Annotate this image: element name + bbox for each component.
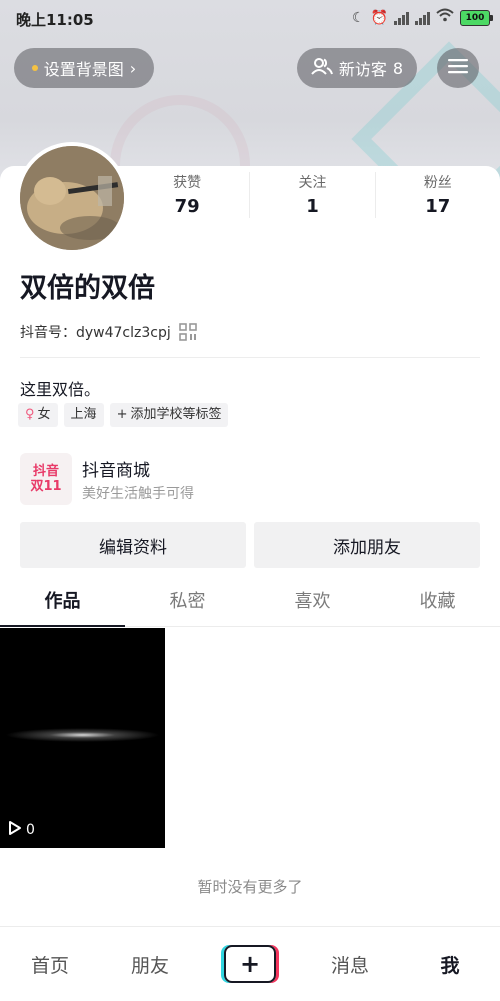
add-school-label: 添加学校等标签 (130, 407, 222, 422)
content-tabs: 作品 私密 喜欢 收藏 (0, 580, 500, 627)
signal-icon (415, 11, 430, 25)
profile-stats: 获赞 79 关注 1 粉丝 17 (125, 172, 500, 218)
avatar[interactable] (16, 142, 128, 254)
divider (20, 357, 480, 358)
mall-logo-line1: 抖音 (32, 464, 59, 479)
stat-following[interactable]: 关注 1 (249, 172, 374, 218)
new-visitors-button[interactable]: 新访客 8 (297, 48, 417, 88)
stat-likes[interactable]: 获赞 79 (125, 172, 249, 218)
hamburger-menu-icon (448, 58, 468, 78)
bottom-navigation: 首页 朋友 + 消息 我 (0, 926, 500, 1001)
video-thumbnail[interactable]: 0 (0, 628, 165, 848)
signal-icon (394, 11, 409, 25)
status-time: 晚上11:05 (16, 11, 94, 29)
stat-value: 79 (174, 196, 200, 217)
new-visitors-label: 新访客 (338, 60, 387, 79)
mall-subtitle: 美好生活触手可得 (82, 486, 194, 502)
profile-actions: 编辑资料 添加朋友 (20, 522, 480, 568)
profile-nickname: 双倍的双倍 (20, 273, 155, 304)
new-visitors-count: 8 (392, 58, 404, 78)
profile-tags: ♀ 女 上海 + 添加学校等标签 (18, 403, 229, 427)
nav-friends[interactable]: 朋友 (100, 951, 200, 978)
female-icon: ♀ (25, 407, 35, 422)
menu-button[interactable] (437, 48, 479, 88)
tab-works[interactable]: 作品 (0, 580, 125, 627)
wifi-icon (436, 8, 454, 27)
no-more-content-text: 暂时没有更多了 (197, 878, 303, 896)
nav-create[interactable]: + (200, 945, 300, 983)
set-background-label: 设置背景图 (43, 60, 124, 79)
douyin-id-row[interactable]: 抖音号：dyw47clz3cpj (20, 322, 197, 342)
nav-messages[interactable]: 消息 (300, 951, 400, 978)
douyin-id: 抖音号：dyw47clz3cpj (20, 325, 171, 341)
gender-tag: ♀ 女 (18, 403, 58, 427)
tab-private[interactable]: 私密 (125, 580, 250, 626)
video-frame-glow (5, 728, 160, 742)
douyin-mall-logo: 抖音 双11 (20, 453, 72, 505)
nav-me[interactable]: 我 (400, 951, 500, 978)
edit-profile-button[interactable]: 编辑资料 (20, 522, 246, 568)
alarm-icon: ⏰ (370, 9, 388, 26)
users-icon (311, 57, 333, 79)
status-bar: 晚上11:05 ☾ ⏰ 100 (0, 0, 500, 36)
nav-home[interactable]: 首页 (0, 951, 100, 978)
qr-code-icon[interactable] (178, 323, 197, 341)
add-friend-button[interactable]: 添加朋友 (254, 522, 480, 568)
stat-followers[interactable]: 粉丝 17 (374, 172, 500, 218)
stat-value: 17 (425, 196, 451, 217)
stat-value: 1 (306, 196, 319, 217)
notification-dot-icon (31, 65, 38, 71)
set-background-button[interactable]: 设置背景图 › (14, 48, 154, 88)
add-school-tag[interactable]: + 添加学校等标签 (109, 403, 229, 427)
play-count-value: 0 (26, 822, 35, 838)
battery-icon: 100 (460, 9, 493, 26)
mall-logo-line2: 双11 (30, 479, 62, 494)
plus-icon: + (116, 407, 128, 422)
chevron-right-icon: › (129, 58, 137, 78)
tab-likes[interactable]: 喜欢 (250, 580, 375, 626)
moon-icon: ☾ (352, 9, 365, 26)
profile-bio: 这里双倍。 (20, 380, 101, 399)
stat-label: 获赞 (173, 175, 202, 191)
status-icons: ☾ ⏰ 100 (352, 8, 493, 27)
stat-label: 粉丝 (423, 175, 452, 191)
video-play-count: 0 (8, 820, 35, 840)
play-icon (8, 820, 22, 840)
tab-favorites[interactable]: 收藏 (375, 580, 500, 626)
mall-title: 抖音商城 (82, 461, 150, 481)
douyin-mall-entry[interactable]: 抖音 双11 抖音商城 美好生活触手可得 (20, 453, 320, 505)
avatar-image (20, 146, 124, 250)
create-plus-icon: + (224, 945, 276, 983)
location-tag: 上海 (63, 403, 104, 427)
gender-label: 女 (37, 407, 51, 422)
stat-label: 关注 (298, 175, 327, 191)
